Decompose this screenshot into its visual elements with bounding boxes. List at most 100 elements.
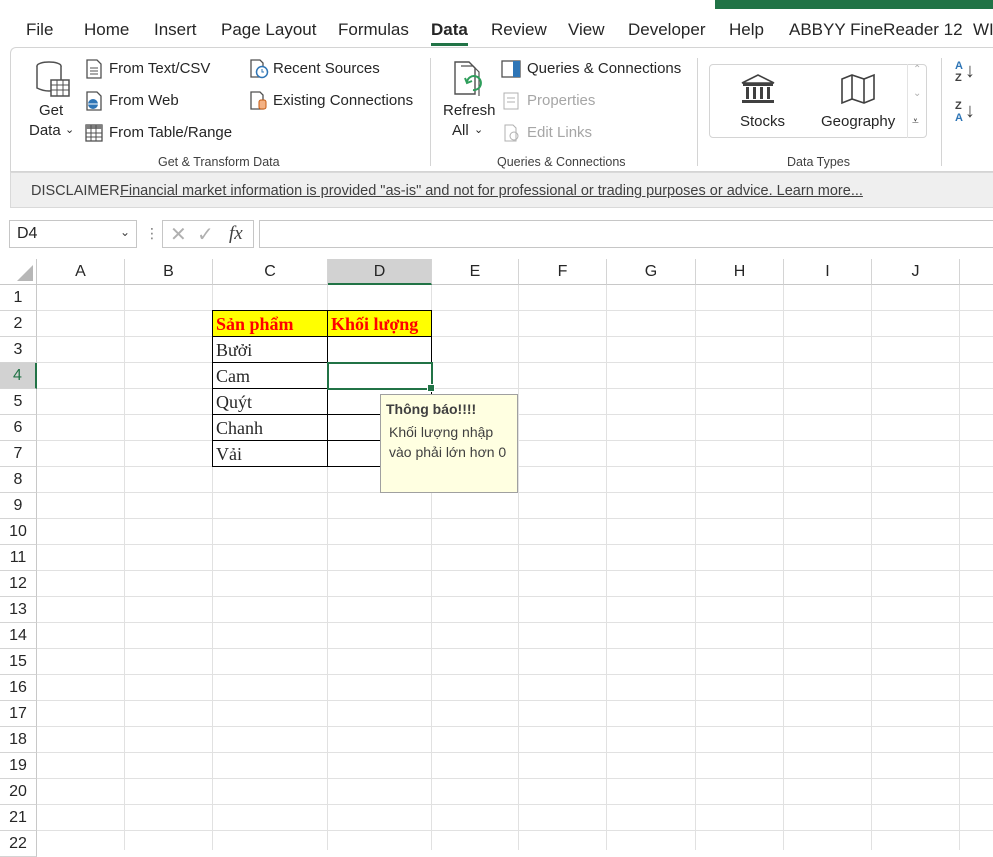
tab-formulas[interactable]: Formulas (338, 20, 409, 40)
gridline (37, 518, 993, 519)
from-table-range-button[interactable]: From Table/Range (85, 122, 245, 144)
column-header-g[interactable]: G (607, 259, 696, 285)
selected-cell-d4[interactable] (327, 362, 435, 392)
grip-icon[interactable]: ⋮ (145, 225, 159, 242)
ribbon-data: Get Data ⌄ From Text/CSV From Web From T… (10, 47, 993, 172)
row-header-2[interactable]: 2 (0, 311, 37, 337)
enter-check-icon[interactable]: ✓ (197, 222, 214, 247)
queries-connections-button[interactable]: Queries & Connections (501, 58, 691, 80)
tab-data[interactable]: Data (431, 20, 468, 46)
column-header-a[interactable]: A (37, 259, 125, 285)
from-text-csv-label: From Text/CSV (109, 60, 211, 77)
arrow-down-icon: ↓ (965, 100, 975, 122)
stocks-button[interactable]: Stocks (720, 69, 800, 133)
sort-az-z: Z (955, 72, 962, 84)
cancel-icon[interactable]: ✕ (170, 222, 187, 247)
gridline (37, 310, 993, 311)
row-header-20[interactable]: 20 (0, 779, 37, 805)
row-header-19[interactable]: 19 (0, 753, 37, 779)
tab-overflow[interactable]: WI (973, 20, 993, 40)
row-header-14[interactable]: 14 (0, 623, 37, 649)
row-header-21[interactable]: 21 (0, 805, 37, 831)
select-all-button[interactable] (0, 259, 37, 285)
row-header-3[interactable]: 3 (0, 337, 37, 363)
tab-file[interactable]: File (26, 20, 53, 40)
row-header-11[interactable]: 11 (0, 545, 37, 571)
properties-icon (503, 92, 519, 110)
gallery-more-icon[interactable]: ⩡ (912, 114, 919, 129)
disclaimer-label: DISCLAIMER (31, 183, 120, 199)
sort-za-z: Z (955, 100, 962, 112)
from-text-csv-button[interactable]: From Text/CSV (85, 58, 235, 80)
column-header-b[interactable]: B (125, 259, 213, 285)
name-box[interactable]: D4 ⌄ (9, 220, 137, 248)
row-header-13[interactable]: 13 (0, 597, 37, 623)
gridline (37, 362, 993, 363)
sort-az-button[interactable]: A Z ↓ (955, 60, 985, 92)
properties-label: Properties (527, 92, 596, 109)
stocks-label: Stocks (740, 113, 786, 130)
scroll-down-icon[interactable]: ⌄ (913, 88, 921, 99)
gridline (518, 285, 519, 850)
column-header-d[interactable]: D (328, 259, 432, 285)
formula-controls: ✕ ✓ fx (162, 220, 254, 248)
from-web-button[interactable]: From Web (85, 90, 215, 112)
row-header-17[interactable]: 17 (0, 701, 37, 727)
column-header-c[interactable]: C (213, 259, 328, 285)
chevron-down-icon[interactable]: ⌄ (120, 225, 130, 239)
row-header-10[interactable]: 10 (0, 519, 37, 545)
row-header-7[interactable]: 7 (0, 441, 37, 467)
column-header-k[interactable] (960, 259, 993, 285)
group-label-data-types: Data Types (787, 155, 851, 169)
recent-sources-button[interactable]: Recent Sources (249, 58, 399, 80)
row-header-16[interactable]: 16 (0, 675, 37, 701)
column-header-e[interactable]: E (432, 259, 519, 285)
disclaimer-link[interactable]: Financial market information is provided… (120, 183, 863, 199)
column-header-j[interactable]: J (872, 259, 960, 285)
gridline (783, 285, 784, 850)
refresh-icon (454, 61, 482, 96)
tab-view[interactable]: View (568, 20, 605, 40)
sort-az-a: A (955, 60, 963, 72)
row-header-1[interactable]: 1 (0, 285, 37, 311)
column-header-h[interactable]: H (696, 259, 784, 285)
title-bar (0, 0, 993, 12)
group-separator (430, 58, 431, 166)
edit-links-button: Edit Links (501, 122, 621, 144)
geography-button[interactable]: Geography (814, 69, 904, 133)
recent-sources-label: Recent Sources (273, 60, 380, 77)
tab-page-layout[interactable]: Page Layout (221, 20, 316, 40)
get-data-button[interactable]: Get Data ⌄ (25, 58, 77, 142)
scroll-up-icon[interactable]: ⌃ (913, 64, 921, 75)
row-header-5[interactable]: 5 (0, 389, 37, 415)
column-header-f[interactable]: F (519, 259, 607, 285)
row-header-18[interactable]: 18 (0, 727, 37, 753)
gallery-scroll: ⌃ ⌄ ⩡ (907, 64, 928, 138)
row-header-9[interactable]: 9 (0, 493, 37, 519)
table-icon (85, 124, 103, 142)
tab-abbyy[interactable]: ABBYY FineReader 12 (789, 20, 963, 40)
row-header-6[interactable]: 6 (0, 415, 37, 441)
sort-za-button[interactable]: Z A ↓ (955, 100, 985, 132)
web-page-icon (86, 91, 102, 111)
row-header-8[interactable]: 8 (0, 467, 37, 493)
tab-developer[interactable]: Developer (628, 20, 706, 40)
gridline (871, 285, 872, 850)
tab-home[interactable]: Home (84, 20, 129, 40)
refresh-all-button[interactable]: Refresh All ⌄ (439, 58, 497, 142)
formula-input[interactable] (259, 220, 993, 248)
fx-icon[interactable]: fx (229, 223, 243, 245)
row-header-15[interactable]: 15 (0, 649, 37, 675)
tab-insert[interactable]: Insert (154, 20, 197, 40)
ribbon-tabs: File Home Insert Page Layout Formulas Da… (0, 12, 993, 50)
row-header-4[interactable]: 4 (0, 363, 37, 389)
row-header-12[interactable]: 12 (0, 571, 37, 597)
worksheet-grid: A B C D E F G H I J 1 2 3 4 5 6 7 8 9 10… (0, 259, 993, 857)
column-header-i[interactable]: I (784, 259, 872, 285)
tab-help[interactable]: Help (729, 20, 764, 40)
arrow-down-icon: ↓ (965, 60, 975, 82)
existing-connections-button[interactable]: Existing Connections (249, 90, 419, 112)
gridline (37, 804, 993, 805)
row-header-22[interactable]: 22 (0, 831, 37, 857)
tab-review[interactable]: Review (491, 20, 547, 40)
